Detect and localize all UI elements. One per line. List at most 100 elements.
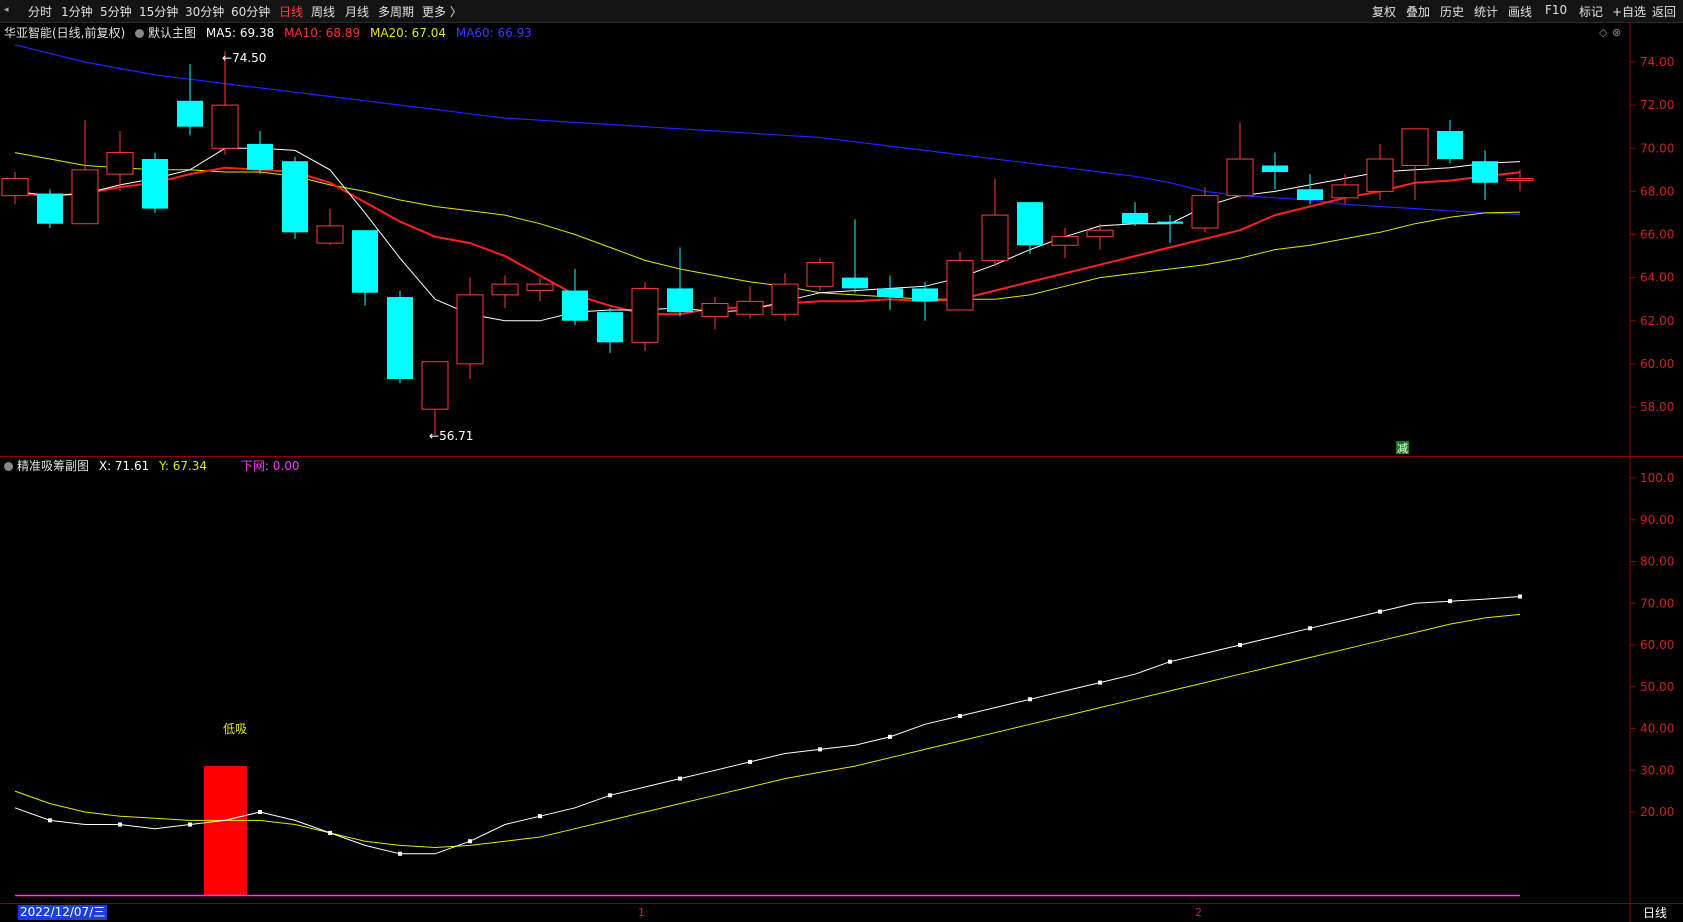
ma10-line	[14, 166, 1521, 316]
candle-body	[211, 104, 239, 149]
candle-body	[877, 288, 903, 298]
x-point	[188, 822, 192, 827]
candle-body	[667, 288, 693, 313]
candle-body	[1262, 165, 1288, 172]
x-point	[1378, 609, 1382, 614]
month-tick-1: 1	[638, 906, 645, 919]
candle-body	[1472, 161, 1498, 183]
main-axis-label: 66.00	[1640, 228, 1674, 242]
x-point	[48, 818, 52, 823]
x-point	[328, 830, 332, 835]
candle-body	[247, 143, 273, 170]
candle-body	[1191, 195, 1219, 229]
candle-body	[1017, 202, 1043, 246]
signal-bar	[204, 766, 247, 896]
candle-body	[912, 288, 938, 302]
candle-body	[562, 290, 588, 321]
candle-body	[106, 152, 134, 175]
sub-axis-label: 40.00	[1640, 722, 1674, 736]
candle-body	[736, 300, 764, 315]
sub-axis-label: 70.00	[1640, 596, 1674, 610]
candle-body	[177, 100, 203, 127]
main-axis-label: 70.00	[1640, 141, 1674, 155]
candle-body	[1, 177, 29, 197]
candle-body	[526, 283, 554, 292]
sub-axis-label: 50.00	[1640, 680, 1674, 694]
x-point	[748, 759, 752, 764]
x-point	[1028, 697, 1032, 702]
candle-body	[316, 225, 344, 244]
candle-body	[1051, 236, 1079, 246]
candle-body	[1331, 184, 1359, 199]
candle-body	[421, 361, 449, 410]
sub-axis-label: 100.0	[1640, 471, 1674, 485]
x-point	[1518, 594, 1522, 599]
signal-label: 低吸	[223, 722, 247, 736]
sub-axis-label: 20.00	[1640, 805, 1674, 819]
x-point	[958, 713, 962, 718]
diamond-icon: ◇	[1599, 26, 1608, 39]
ma20-line	[14, 152, 1521, 300]
x-point	[398, 851, 402, 856]
main-axis-label: 72.00	[1640, 98, 1674, 112]
x-point	[538, 814, 542, 819]
min-price-label: ←56.71	[429, 429, 473, 443]
candle-body	[142, 159, 168, 209]
x-point	[678, 776, 682, 781]
candle-body	[1437, 131, 1463, 160]
x-point	[1168, 659, 1172, 664]
candle-body	[282, 161, 308, 233]
candle-body	[631, 287, 659, 343]
main-axis-label: 64.00	[1640, 271, 1674, 285]
x-point	[468, 839, 472, 844]
candle-body	[701, 303, 729, 317]
x-point	[258, 810, 262, 814]
candle-body	[1297, 189, 1323, 200]
candle-body	[71, 169, 99, 225]
candle-body	[37, 193, 63, 224]
ma5-line	[14, 147, 1521, 322]
x-point	[1308, 626, 1312, 631]
main-axis-label: 58.00	[1640, 400, 1674, 414]
main-axis-label: 68.00	[1640, 184, 1674, 198]
candle-body	[771, 283, 799, 315]
candle-body	[387, 297, 413, 379]
candle-body	[491, 283, 519, 296]
x-point	[888, 734, 892, 739]
candle-body	[1086, 229, 1114, 238]
ma60-line	[14, 44, 1521, 215]
candle-body	[1401, 128, 1429, 166]
settings-icon: ⊗	[1612, 26, 1621, 39]
cursor-date: 2022/12/07/三	[18, 905, 108, 920]
period-label: 日线	[1643, 906, 1668, 920]
main-axis-label: 60.00	[1640, 357, 1674, 371]
max-price-label: ←74.50	[222, 51, 266, 65]
month-tick-2: 2	[1195, 906, 1202, 919]
x-point	[1098, 680, 1102, 685]
candle-body	[352, 230, 378, 293]
candle-body	[981, 214, 1009, 261]
candle-body	[1157, 221, 1183, 224]
sub-axis-label: 90.00	[1640, 513, 1674, 527]
sub-axis-label: 80.00	[1640, 555, 1674, 569]
candle-body	[597, 312, 623, 343]
main-axis-label: 62.00	[1640, 314, 1674, 328]
x-point	[1238, 643, 1242, 647]
x-point	[818, 747, 822, 752]
sub-axis-label: 60.00	[1640, 638, 1674, 652]
candle-body	[946, 259, 974, 311]
x-point	[118, 822, 122, 827]
candle-body	[456, 294, 484, 365]
main-axis-label: 74.00	[1640, 55, 1674, 69]
candle-body	[1122, 212, 1148, 224]
candle-body	[1506, 177, 1534, 181]
x-point	[1448, 599, 1452, 604]
candle-body	[806, 262, 834, 287]
kline-chart[interactable]: ←74.50 ←56.71 减 低吸 ◇ ⊗ 74.00 72.00 70.00 68…	[0, 0, 1683, 922]
sub-axis-label: 30.00	[1640, 763, 1674, 777]
candle-body	[1226, 158, 1254, 197]
candle-body	[1366, 158, 1394, 192]
x-point	[608, 793, 612, 798]
reduce-marker: 减	[1397, 442, 1408, 455]
candle-body	[842, 277, 868, 289]
